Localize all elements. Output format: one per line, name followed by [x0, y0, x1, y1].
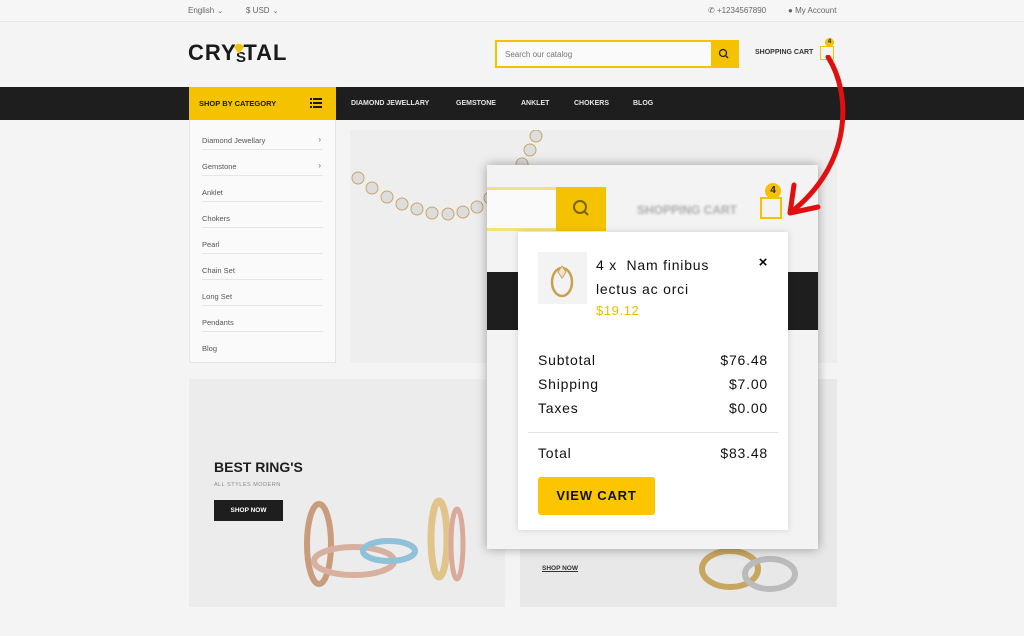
my-account-label: My Account [795, 6, 837, 15]
logo-diamond-icon [234, 44, 244, 54]
search-bar [495, 40, 739, 68]
sidebar-item-blog[interactable]: Blog [202, 332, 323, 358]
subtotal-label: Subtotal [538, 352, 596, 368]
total-value: $83.48 [720, 445, 768, 461]
phone-icon: ✆ [708, 6, 715, 15]
list-menu-icon [310, 98, 322, 108]
site-header: CRY TAL S SHOPPING CART 4 [0, 22, 1024, 87]
subtotal-value: $76.48 [720, 352, 768, 368]
sidebar-item-chokers[interactable]: Chokers [202, 202, 323, 228]
best-rings-banner[interactable]: BEST RING'S ALL STYLES MODERN SHOP NOW [189, 379, 505, 607]
category-sidebar: Diamond Jewellary › Gemstone › Anklet Ch… [189, 120, 336, 363]
cart-item-line2: lectus ac orci [596, 281, 689, 297]
blurred-search-button [556, 187, 606, 231]
sidebar-item-anklet[interactable]: Anklet [202, 176, 323, 202]
sidebar-item-pearl[interactable]: Pearl [202, 228, 323, 254]
sidebar-item-label: Diamond Jewellary [202, 136, 266, 145]
blurred-cart-label: SHOPPING CART [637, 203, 738, 217]
language-selector[interactable]: English ⌄ [188, 6, 223, 15]
sidebar-item-label: Pendants [202, 318, 234, 327]
nav-gemstone[interactable]: GEMSTONE [456, 100, 496, 107]
taxes-value: $0.00 [728, 400, 768, 416]
sidebar-item-label: Pearl [202, 240, 220, 249]
sidebar-item-pendants[interactable]: Pendants [202, 306, 323, 332]
language-label: English [188, 6, 215, 15]
search-button[interactable] [711, 42, 737, 66]
cart-item-name[interactable]: 4 x Nam finibus lectus ac orci [596, 253, 736, 301]
view-cart-button[interactable]: VIEW CART [538, 477, 655, 515]
sidebar-item-label: Chain Set [202, 266, 235, 275]
cart-count-badge: 4 [825, 38, 834, 47]
sidebar-item-label: Blog [202, 344, 218, 353]
sidebar-item-label: Chokers [202, 214, 230, 223]
subtotal-row: Subtotal $76.48 [538, 352, 768, 372]
shipping-value: $7.00 [728, 376, 768, 392]
search-icon [718, 48, 729, 59]
shop-by-category-label: SHOP BY CATEGORY [199, 99, 277, 108]
sidebar-item-label: Gemstone [202, 162, 237, 171]
sidebar-item-diamond-jewellary[interactable]: Diamond Jewellary › [202, 124, 323, 150]
divider [528, 432, 778, 433]
chevron-down-icon: ⌄ [217, 8, 224, 15]
taxes-row: Taxes $0.00 [538, 400, 768, 420]
phone-number: +1234567890 [716, 6, 767, 15]
main-nav: SHOP BY CATEGORY DIAMOND JEWELLARY GEMST… [0, 87, 1024, 120]
total-label: Total [538, 445, 572, 461]
chevron-down-icon: ⌄ [272, 8, 279, 15]
my-account-link[interactable]: ● My Account [788, 6, 836, 15]
chevron-right-icon: › [318, 161, 321, 170]
shipping-row: Shipping $7.00 [538, 376, 768, 396]
search-input[interactable] [505, 47, 705, 61]
currency-label: $ USD [246, 6, 270, 15]
ring-image [550, 265, 574, 298]
taxes-label: Taxes [538, 400, 579, 416]
user-icon: ● [788, 6, 793, 15]
phone-contact[interactable]: ✆ +1234567890 [708, 6, 766, 15]
nav-chokers[interactable]: CHOKERS [574, 100, 609, 107]
total-row: Total $83.48 [538, 445, 768, 465]
cart-item-line1: 4 x Nam finibus [596, 257, 710, 273]
currency-selector[interactable]: $ USD ⌄ [246, 6, 278, 15]
top-bar: English ⌄ $ USD ⌄ ✆ +1234567890 ● My Accou… [0, 0, 1024, 22]
sidebar-item-label: Long Set [202, 292, 233, 301]
shipping-label: Shipping [538, 376, 599, 392]
search-icon [573, 200, 589, 216]
shop-by-category-button[interactable]: SHOP BY CATEGORY [189, 87, 336, 120]
nav-blog[interactable]: BLOG [633, 100, 653, 107]
cart-item-price: $19.12 [596, 303, 640, 318]
rings-image [304, 497, 466, 587]
nav-anklet[interactable]: ANKLET [521, 100, 549, 107]
sidebar-item-long-set[interactable]: Long Set [202, 280, 323, 306]
annotation-arrow-icon [787, 55, 846, 216]
sidebar-item-gemstone[interactable]: Gemstone › [202, 150, 323, 176]
product-thumbnail[interactable] [538, 252, 587, 304]
chevron-right-icon: › [318, 135, 321, 144]
sidebar-item-chain-set[interactable]: Chain Set [202, 254, 323, 280]
nav-diamond-jewellary[interactable]: DIAMOND JEWELLARY [351, 100, 429, 107]
remove-item-icon[interactable]: × [756, 255, 770, 270]
cart-dropdown: 4 x Nam finibus lectus ac orci $19.12 × … [518, 232, 788, 530]
blurred-search-field [487, 187, 557, 231]
sidebar-item-label: Anklet [202, 188, 223, 197]
